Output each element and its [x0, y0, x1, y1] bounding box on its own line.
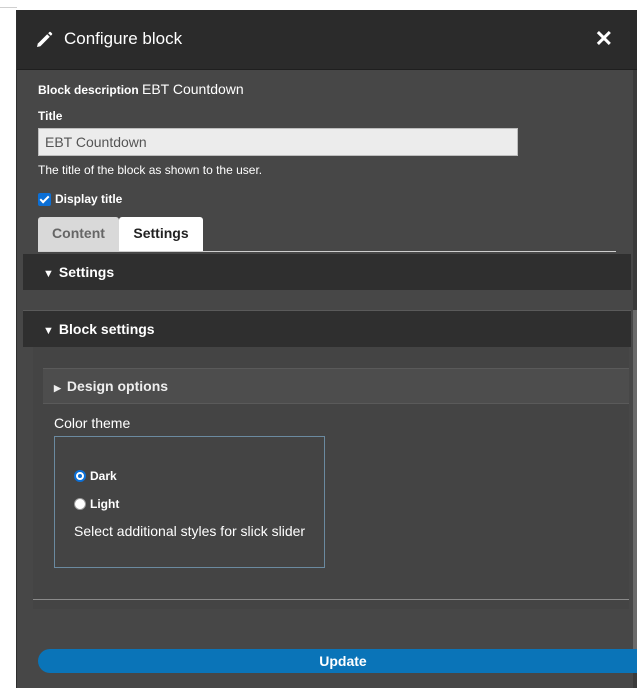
settings-section-header[interactable]: ▼ Settings — [23, 254, 631, 290]
block-settings-section-header[interactable]: ▼ Block settings — [23, 311, 631, 347]
color-theme-help-text: Select additional styles for slick slide… — [74, 523, 306, 539]
title-field-label: Title — [38, 109, 63, 123]
dialog-title: Configure block — [64, 29, 183, 48]
color-theme-fieldset: Dark Light Select additional styles for … — [54, 436, 325, 568]
block-settings-section-label: Block settings — [58, 321, 155, 337]
close-icon[interactable]: ✕ — [595, 27, 613, 51]
page-edge-line — [0, 7, 17, 8]
tab-content[interactable]: Content — [38, 217, 119, 251]
expanded-triangle-icon: ▼ — [43, 268, 54, 280]
page-background — [0, 0, 641, 10]
collapsed-triangle-icon: ▶ — [54, 383, 61, 393]
block-description-label: Block description — [38, 83, 139, 97]
pencil-icon — [34, 30, 54, 50]
tab-bar: Content Settings — [38, 217, 616, 252]
tab-settings[interactable]: Settings — [119, 217, 203, 251]
radio-light-label: Light — [90, 497, 120, 511]
radio-option-light[interactable]: Light — [74, 497, 119, 511]
radio-option-dark[interactable]: Dark — [74, 469, 117, 483]
settings-section-label: Settings — [58, 264, 115, 280]
title-help-text: The title of the block as shown to the u… — [38, 163, 263, 177]
radio-light[interactable] — [74, 498, 86, 510]
expanded-triangle-icon: ▼ — [43, 325, 54, 337]
scrollbar-thumb[interactable] — [633, 310, 637, 670]
design-options-label: Design options — [66, 378, 169, 394]
radio-dark-label: Dark — [90, 469, 117, 483]
bottom-divider — [33, 599, 629, 600]
design-options-header[interactable]: ▶ Design options — [43, 368, 629, 404]
update-button[interactable]: Update — [38, 649, 637, 673]
display-title-label: Display title — [55, 192, 123, 206]
radio-dark[interactable] — [74, 470, 86, 482]
color-theme-label: Color theme — [54, 415, 131, 431]
display-title-toggle[interactable]: Display title — [38, 192, 122, 206]
title-input[interactable]: EBT Countdown — [38, 128, 518, 156]
dialog-titlebar: Configure block ✕ — [17, 10, 637, 70]
block-description-value: EBT Countdown — [142, 81, 244, 97]
display-title-checkbox[interactable] — [38, 192, 51, 206]
configure-block-dialog: Configure block ✕ Block description EBT … — [16, 10, 637, 688]
